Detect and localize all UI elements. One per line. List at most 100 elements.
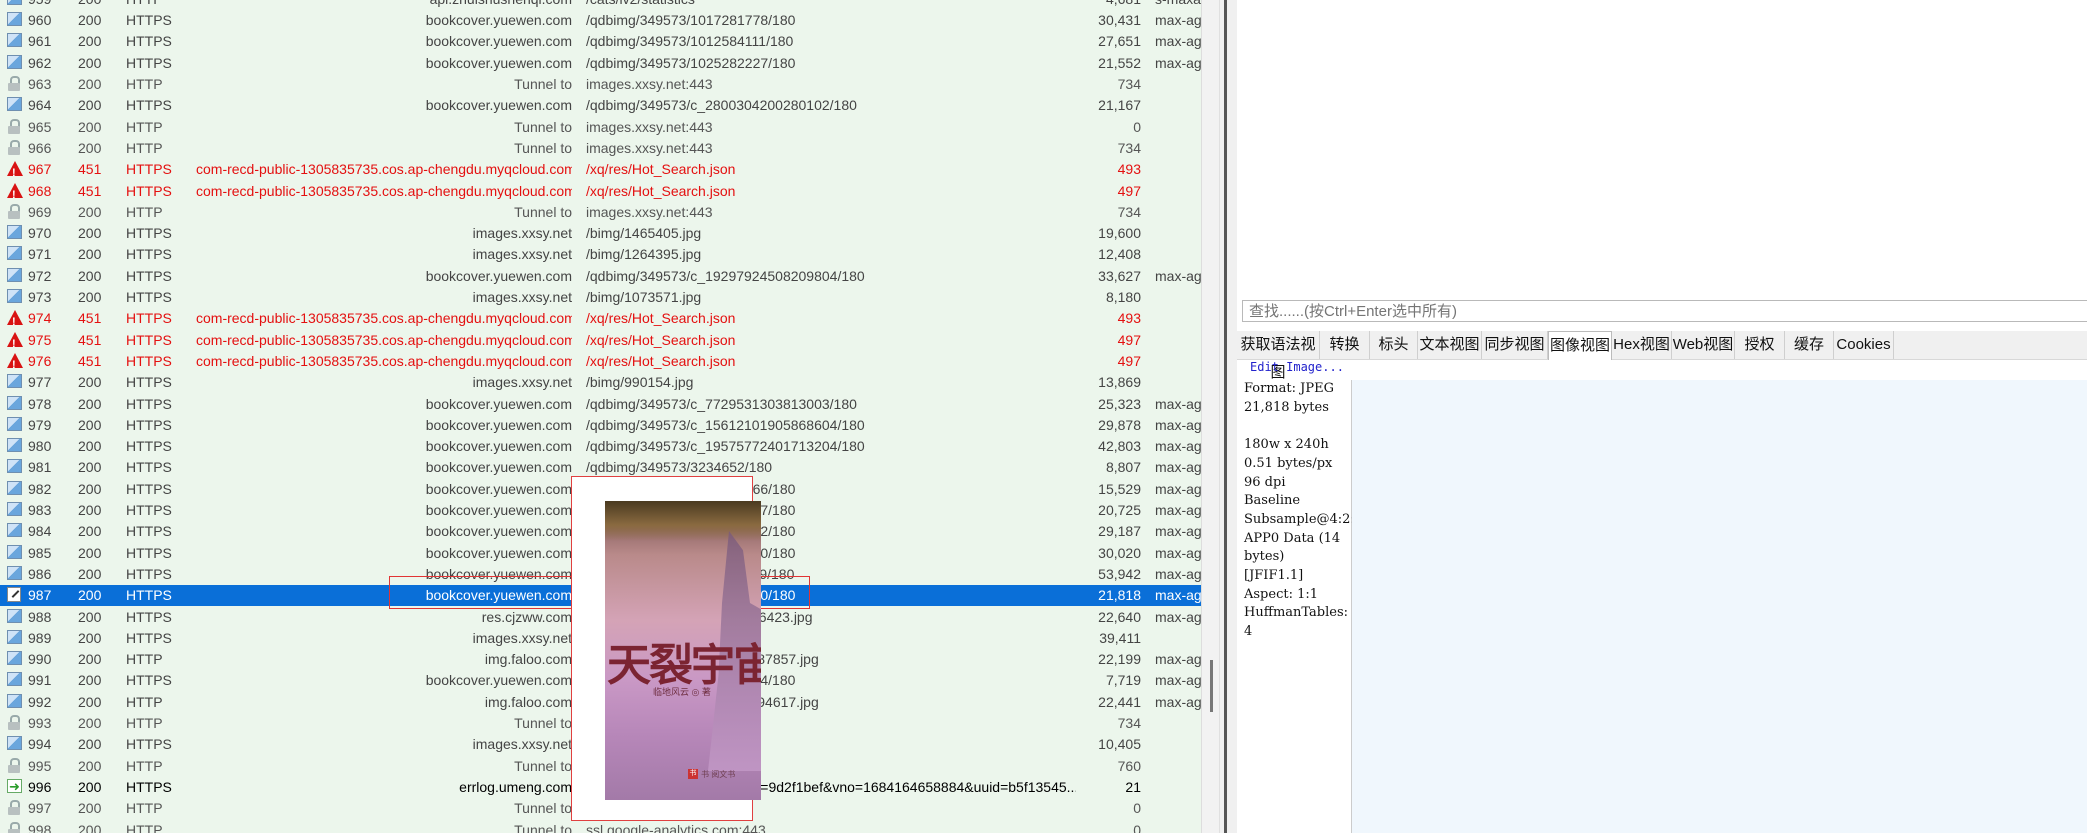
body-size: 493: [1117, 310, 1141, 327]
session-row[interactable]: 998 200 HTTP Tunnel to ssl.google-analytics.…: [0, 820, 1201, 833]
cover-top-foliage: [605, 501, 761, 541]
session-row[interactable]: 964 200 HTTPS bookcover.yuewen.com/qdbimg/3…: [0, 95, 1201, 116]
session-row[interactable]: 965 200 HTTP Tunnel to images.xxsy.net:443 0: [0, 117, 1201, 138]
url: /qdbimg/349573/1017281778/180: [586, 12, 796, 29]
image-icon: [7, 502, 24, 519]
web-icon: [7, 0, 24, 8]
image-icon: [7, 565, 24, 583]
tab-5[interactable]: 图像视图: [1548, 331, 1612, 360]
image-icon: [7, 693, 24, 711]
caching: max-ag: [1155, 693, 1201, 710]
host: res.cjzww.com: [481, 608, 572, 625]
protocol: HTTP: [126, 118, 163, 135]
session-number: 982: [28, 480, 52, 497]
warning-icon: !: [7, 310, 24, 327]
quickfind-input[interactable]: [1242, 300, 2087, 322]
image-icon: [7, 395, 24, 413]
tab-0[interactable]: 获取语法视图: [1237, 331, 1320, 381]
host: Tunnel to: [514, 715, 572, 731]
session-number: 996: [28, 778, 52, 795]
session-row[interactable]: 978 200 HTTPS bookcover.yuewen.com/qdbimg/3…: [0, 394, 1201, 415]
session-row[interactable]: 969 200 HTTP Tunnel to images.xxsy.net:443 73…: [0, 202, 1201, 223]
tab-2[interactable]: 标头: [1370, 331, 1418, 359]
url: /xq/res/Hot_Search.json: [586, 310, 736, 327]
body-size: 22,640: [1098, 608, 1141, 625]
session-number: 960: [28, 12, 52, 29]
url: /qdbimg/349573/c_2800304200280102/180: [586, 97, 857, 114]
session-row[interactable]: 966 200 HTTP Tunnel to images.xxsy.net:443 73…: [0, 138, 1201, 159]
session-row[interactable]: ! 967 451 HTTPS com-recd-public-1305835735.c…: [0, 159, 1201, 180]
result-code: 451: [78, 352, 102, 369]
image-icon: [7, 629, 24, 647]
tab-1[interactable]: 转换: [1320, 331, 1370, 359]
url: /bimg/990154.jpg: [586, 374, 694, 391]
caching: s-maxa: [1155, 0, 1201, 10]
body-size: 734: [1117, 139, 1141, 156]
scrollbar-thumb[interactable]: [1210, 660, 1213, 712]
protocol: HTTPS: [126, 374, 172, 391]
result-code: 200: [78, 800, 102, 817]
protocol: HTTPS: [126, 629, 172, 646]
tab-3[interactable]: 文本视图: [1418, 331, 1482, 359]
session-number: 986: [28, 565, 52, 582]
session-row[interactable]: 973 200 HTTPS images.xxsy.net/bimg/1073571.…: [0, 287, 1201, 308]
session-row[interactable]: ! 974 451 HTTPS com-recd-public-1305835735.c…: [0, 308, 1201, 329]
protocol: HTTPS: [126, 502, 172, 518]
url: /bimg/1073571.jpg: [586, 289, 702, 305]
lock-icon: [7, 800, 24, 817]
tab-8[interactable]: 授权: [1735, 331, 1785, 359]
body-size: 13,869: [1098, 374, 1141, 391]
session-row[interactable]: 972 200 HTTPS bookcover.yuewen.com/qdbimg/3…: [0, 266, 1201, 287]
result-code: 451: [78, 331, 102, 348]
edit-image-link[interactable]: Edit Image...: [1250, 360, 1344, 374]
body-size: 22,199: [1098, 651, 1141, 668]
tab-10[interactable]: Cookies: [1834, 331, 1894, 359]
session-number: 970: [28, 225, 52, 242]
tab-9[interactable]: 缓存: [1785, 331, 1834, 359]
session-number: 975: [28, 331, 52, 348]
host: bookcover.yuewen.com: [425, 97, 572, 114]
protocol: HTTPS: [126, 54, 172, 71]
session-row[interactable]: 979 200 HTTPS bookcover.yuewen.com/qdbimg/3…: [0, 415, 1201, 436]
session-row[interactable]: ! 976 451 HTTPS com-recd-public-1305835735.c…: [0, 351, 1201, 372]
host: images.xxsy.net: [472, 289, 572, 305]
session-row[interactable]: 970 200 HTTPS images.xxsy.net/bimg/1465405.…: [0, 223, 1201, 244]
body-size: 29,878: [1098, 416, 1141, 433]
session-number: 990: [28, 651, 52, 668]
session-number: 973: [28, 289, 52, 305]
result-code: 200: [78, 33, 102, 50]
session-row[interactable]: 980 200 HTTPS bookcover.yuewen.com/qdbimg/3…: [0, 436, 1201, 457]
inspector-tabs: 获取语法视图 转换 标头 文本视图 同步视图 图像视图 Hex视图 Web视图 授权 缓存 Cook…: [1237, 331, 2087, 381]
session-row[interactable]: 962 200 HTTPS bookcover.yuewen.com/qdbimg/3…: [0, 53, 1201, 74]
protocol: HTTP: [126, 139, 163, 156]
url: /cats/lv2/statistics: [586, 0, 1076, 10]
protocol: HTTPS: [126, 33, 172, 50]
session-row[interactable]: ! 968 451 HTTPS com-recd-public-1305835735.c…: [0, 181, 1201, 202]
protocol: HTTP: [126, 693, 163, 710]
tab-4[interactable]: 同步视图: [1482, 331, 1548, 359]
host: bookcover.yuewen.com: [425, 438, 572, 455]
session-row[interactable]: 960 200 HTTPS bookcover.yuewen.com/qdbimg/3…: [0, 10, 1201, 31]
session-number: 972: [28, 267, 52, 284]
protocol: HTTPS: [126, 246, 172, 263]
session-row[interactable]: 961 200 HTTPS bookcover.yuewen.com/qdbimg/3…: [0, 31, 1201, 52]
session-number: 994: [28, 736, 52, 753]
session-row[interactable]: 971 200 HTTPS images.xxsy.net/bimg/1264395.…: [0, 244, 1201, 265]
result-code: 200: [78, 480, 102, 497]
caching: max-ag: [1155, 395, 1201, 412]
session-row[interactable]: ! 975 451 HTTPS com-recd-public-1305835735.c…: [0, 330, 1201, 351]
tab-7[interactable]: Web视图: [1672, 331, 1735, 359]
session-row[interactable]: 977 200 HTTPS images.xxsy.net/bimg/990154.j…: [0, 372, 1201, 393]
protocol: HTTPS: [126, 97, 172, 114]
image-icon: [7, 267, 24, 285]
body-size: 29,187: [1098, 523, 1141, 540]
body-size: 15,529: [1098, 480, 1141, 497]
session-row[interactable]: 959200 HTTPapi.zhuishushenqi.com/cats/lv2…: [0, 0, 1201, 10]
url: /bimg/1465405.jpg: [586, 225, 702, 242]
url: /qdbimg/349573/c_15612101905868604/180: [586, 416, 865, 433]
tab-6[interactable]: Hex视图: [1612, 331, 1672, 359]
session-list-scrollbar[interactable]: [1201, 0, 1220, 833]
pane-splitter[interactable]: [1219, 0, 1239, 833]
body-size: 30,020: [1098, 544, 1141, 561]
session-row[interactable]: 963 200 HTTP Tunnel to images.xxsy.net:443 73…: [0, 74, 1201, 95]
